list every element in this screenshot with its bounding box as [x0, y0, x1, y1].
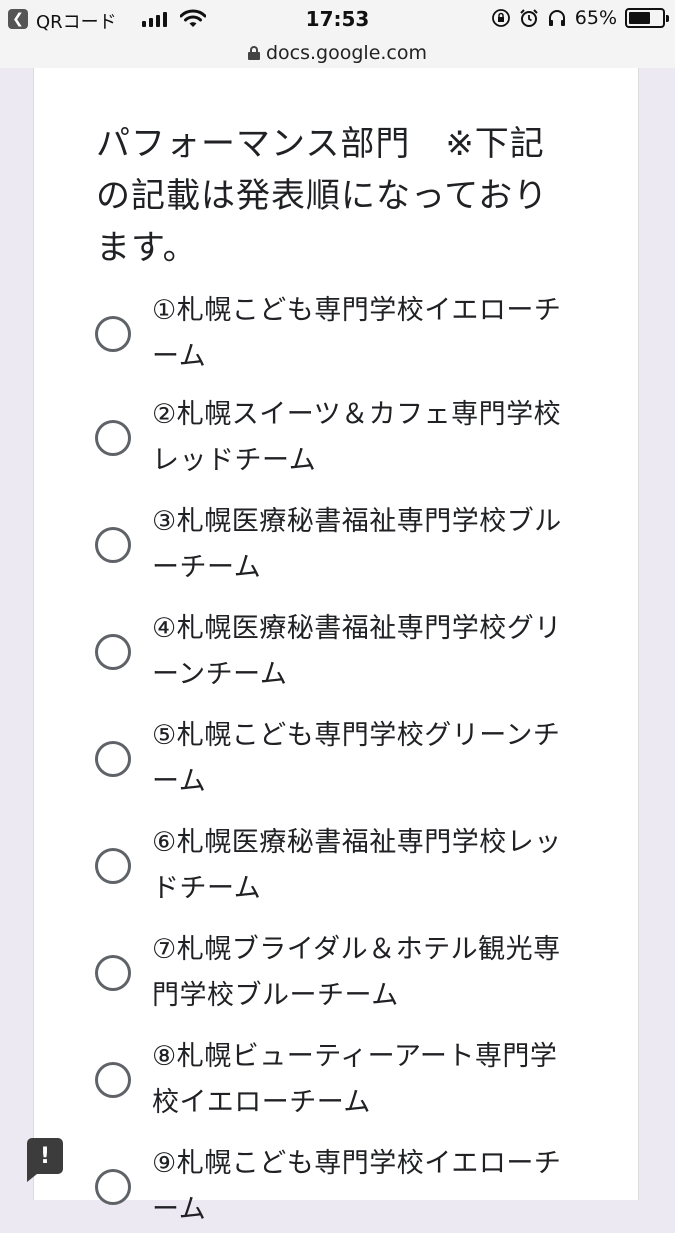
radio-option[interactable]: ⑨札幌こども専門学校イエローチーム	[34, 1120, 640, 1225]
url-text[interactable]: docs.google.com	[266, 42, 427, 64]
radio-option[interactable]: ⑧札幌ビューティーアート専門学校イエローチーム	[34, 1016, 640, 1118]
battery-percent: 65%	[574, 7, 617, 29]
radio-option-label[interactable]: ⑦札幌ブライダル＆ホテル観光専門学校ブルーチーム	[152, 927, 562, 1019]
alarm-icon	[520, 9, 538, 27]
radio-option[interactable]: ⑤札幌こども専門学校グリーンチーム	[34, 704, 640, 804]
radio-option[interactable]: ④札幌医療秘書福祉専門学校グリーンチーム	[34, 600, 640, 700]
radio-option-label[interactable]: ①札幌こども専門学校イエローチーム	[152, 288, 562, 380]
radio-option-label[interactable]: ⑧札幌ビューティーアート専門学校イエローチーム	[152, 1034, 562, 1126]
radio-button[interactable]	[95, 1062, 131, 1098]
question-title: パフォーマンス部門 ※下記の記載は発表順になっております。	[96, 124, 549, 268]
radio-option-label[interactable]: ④札幌医療秘書福祉専門学校グリーンチーム	[152, 606, 562, 698]
screen-lock-icon	[491, 9, 510, 27]
radio-option-label[interactable]: ⑤札幌こども専門学校グリーンチーム	[152, 713, 562, 805]
radio-button[interactable]	[95, 527, 131, 563]
radio-option[interactable]: ⑦札幌ブライダル＆ホテル観光専門学校ブルーチーム	[34, 912, 640, 1012]
radio-option-label[interactable]: ②札幌スイーツ＆カフェ専門学校レッドチーム	[152, 392, 562, 484]
radio-option-label[interactable]: ⑥札幌医療秘書福祉専門学校レッドチーム	[152, 820, 562, 912]
headphones-icon	[548, 10, 565, 26]
radio-button[interactable]	[95, 848, 131, 884]
radio-option-label[interactable]: ⑨札幌こども専門学校イエローチーム	[152, 1141, 562, 1233]
radio-button[interactable]	[95, 420, 131, 456]
battery-icon	[625, 8, 669, 28]
radio-button[interactable]	[95, 955, 131, 991]
radio-button[interactable]	[95, 741, 131, 777]
radio-option[interactable]: ②札幌スイーツ＆カフェ専門学校レッドチーム	[34, 392, 640, 492]
battery-level-fill	[629, 12, 650, 24]
radio-option-label[interactable]: ③札幌医療秘書福祉専門学校ブルーチーム	[152, 499, 562, 591]
form-question-card: パフォーマンス部門 ※下記の記載は発表順になっております。 ①札幌こども専門学校…	[33, 68, 640, 1225]
radio-button[interactable]	[95, 316, 131, 352]
report-issue-icon[interactable]: !	[27, 1138, 63, 1182]
radio-option[interactable]: ③札幌医療秘書福祉専門学校ブルーチーム	[34, 496, 640, 596]
status-bar: ❮ QRコード 17:53 65%	[0, 0, 675, 38]
address-bar[interactable]: docs.google.com	[0, 38, 675, 68]
radio-option[interactable]: ①札幌こども専門学校イエローチーム	[34, 288, 640, 388]
radio-button[interactable]	[95, 634, 131, 670]
radio-option[interactable]: ⑥札幌医療秘書福祉専門学校レッドチーム	[34, 808, 640, 908]
lock-icon	[247, 46, 260, 60]
